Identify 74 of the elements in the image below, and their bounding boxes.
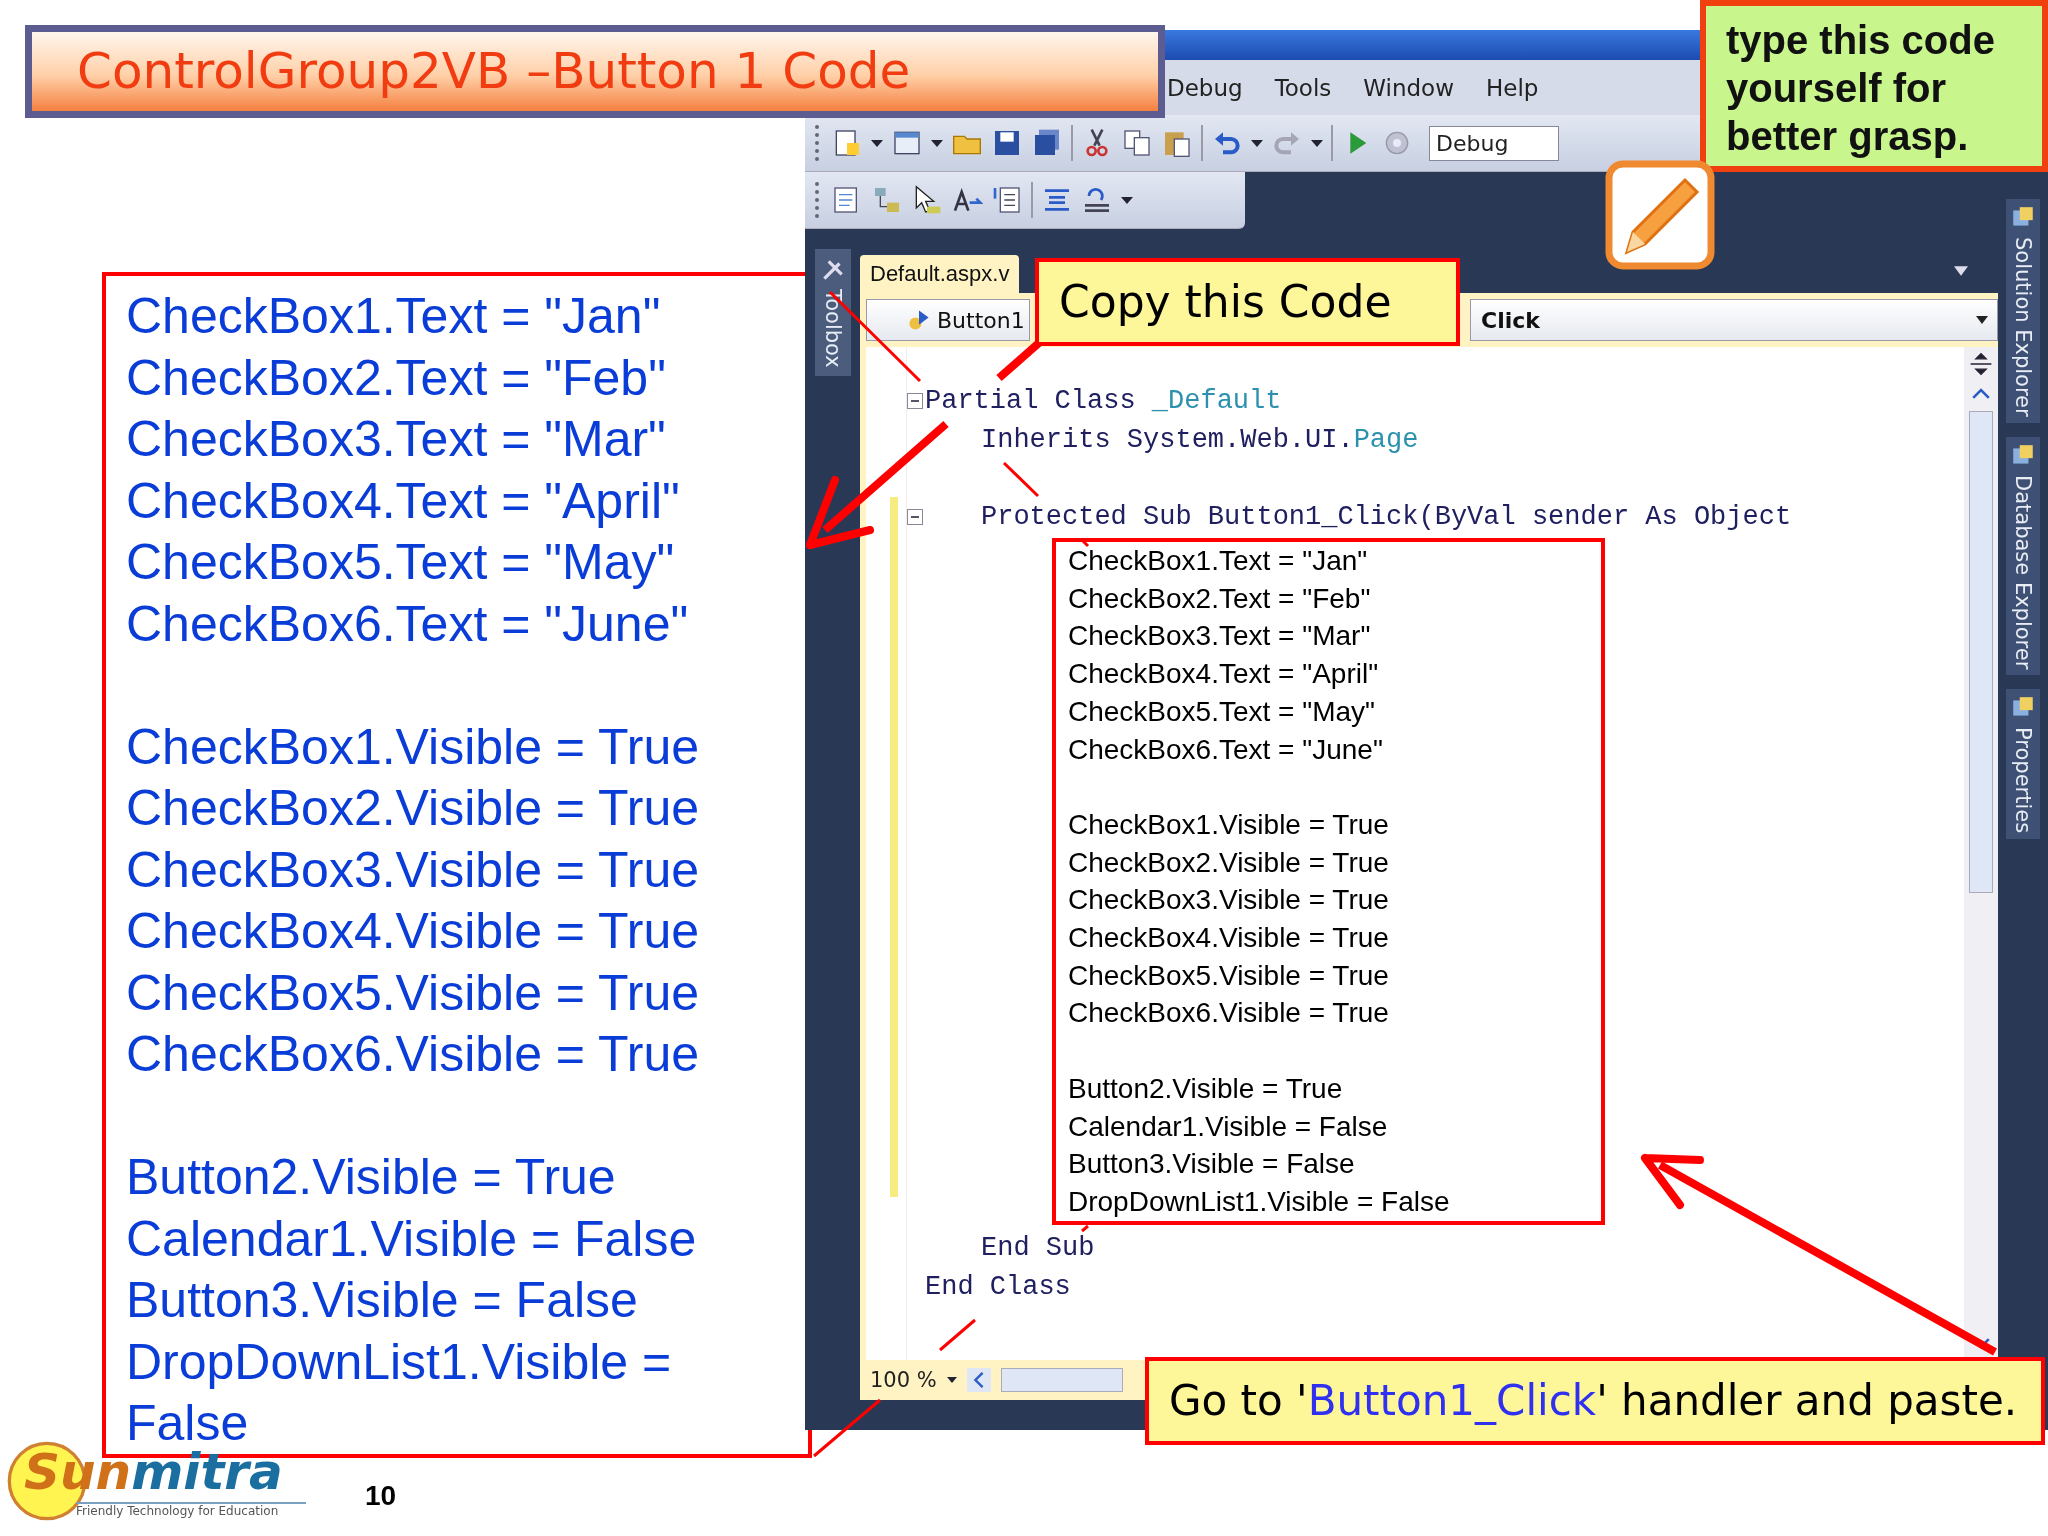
code-line: Button2.Visible = True	[1068, 1071, 1344, 1106]
code-line: CheckBox1.Visible = True	[126, 717, 700, 777]
code-line: DropDownList1.Visible = False	[1068, 1184, 1451, 1219]
code-line: CheckBox2.Visible = True	[1068, 845, 1390, 880]
copy-icon[interactable]	[1121, 127, 1153, 159]
toolbox-tab[interactable]: Toolbox	[815, 249, 851, 376]
slide-title: ControlGroup2VB –Button 1 Code	[25, 25, 1165, 118]
code-line: CheckBox4.Visible = True	[1068, 921, 1390, 955]
code-line: CheckBox5.Visible = True	[126, 963, 700, 1023]
code-line: CheckBox5.Text = "May"	[1068, 694, 1376, 729]
pencil-icon	[1605, 160, 1715, 270]
code-editor[interactable]	[907, 347, 1964, 1360]
menu-item[interactable]: Help	[1486, 74, 1539, 101]
code-line: CheckBox2.Text = "Feb"	[1068, 581, 1372, 616]
code-line: CheckBox6.Visible = True	[126, 1025, 700, 1084]
caret-icon[interactable]	[946, 1377, 957, 1383]
menu-item[interactable]: Tools	[1274, 74, 1332, 101]
callout: type this code yourself for better grasp.	[1700, 0, 2048, 172]
class-dropdown[interactable]: Button1	[866, 299, 1030, 341]
code-line: Partial Class _Default	[925, 385, 1282, 416]
code-line: Calendar1.Visible = False	[126, 1209, 698, 1269]
code-line: Inherits System.Web.UI.Page	[981, 424, 1419, 455]
toolbox-label: Toolbox	[821, 289, 845, 368]
code-line: CheckBox1.Visible = True	[1068, 807, 1390, 842]
code-line: Protected Sub Button1_Click(ByVal sender As Object	[981, 501, 1792, 532]
code-line: CheckBox4.Text = "April"	[126, 471, 681, 531]
code-line: End Class	[925, 1272, 1071, 1303]
code-line: CheckBox1.Text = "Jan"	[1068, 544, 1369, 578]
caret-icon[interactable]	[1976, 316, 1988, 324]
side-tab[interactable]: Database Explorer	[2006, 436, 2040, 675]
collapse-icon[interactable]	[907, 508, 923, 525]
code-line: CheckBox3.Text = "Mar"	[1068, 619, 1372, 654]
menu-item[interactable]: Debug	[1167, 74, 1243, 101]
code-line: CheckBox3.Text = "Mar"	[126, 410, 667, 469]
scroll-left-icon[interactable]	[966, 1368, 991, 1392]
code-line: CheckBox6.Text = "June"	[1068, 732, 1384, 767]
code-line: CheckBox1.Text = "Jan"	[126, 287, 662, 346]
code-line: CheckBox4.Visible = True	[126, 902, 700, 961]
code-line: Button3.Visible = False	[1068, 1147, 1356, 1182]
dropdown-icon[interactable]	[1954, 266, 1968, 276]
code-line: CheckBox4.Text = "April"	[1068, 657, 1380, 692]
code-line: CheckBox5.Visible = True	[1068, 958, 1390, 993]
method-dropdown[interactable]: Click	[1470, 299, 1998, 341]
code-line: CheckBox6.Visible = True	[1068, 996, 1390, 1031]
menu-item[interactable]: Window	[1363, 74, 1454, 101]
caret-icon[interactable]	[1251, 139, 1263, 147]
caret-icon[interactable]	[931, 139, 943, 147]
code-line: CheckBox2.Visible = True	[126, 779, 700, 838]
page-number: 10	[365, 1480, 397, 1512]
caret-icon[interactable]	[1121, 196, 1133, 204]
code-line: CheckBox3.Visible = True	[1068, 883, 1390, 918]
callout: Copy this Code	[1035, 258, 1460, 346]
document-tab[interactable]: Default.aspx.v	[860, 255, 1020, 293]
side-tab[interactable]: Properties	[2006, 689, 2040, 840]
callout: Go to 'Button1_Click' handler and paste.	[1145, 1357, 2045, 1445]
side-tab[interactable]: Solution Explorer	[2006, 199, 2040, 423]
collapse-icon[interactable]	[907, 392, 923, 409]
scrollbar-thumb[interactable]	[1969, 411, 1993, 893]
code-line: Button3.Visible = False	[126, 1271, 639, 1330]
scrollbar-thumb[interactable]	[1000, 1368, 1123, 1392]
split-icon[interactable]	[1968, 351, 1994, 377]
code-line: End Sub	[981, 1233, 1095, 1264]
code-line: CheckBox6.Text = "June"	[126, 594, 690, 654]
list-icon[interactable]	[991, 184, 1023, 216]
code-line: CheckBox5.Text = "May"	[126, 533, 676, 592]
code-line: Button2.Visible = True	[126, 1148, 617, 1207]
caret-icon[interactable]	[1311, 139, 1323, 147]
code-line: DropDownList1.Visible = False	[126, 1332, 673, 1451]
code-line: CheckBox3.Visible = True	[126, 840, 700, 900]
configuration-dropdown[interactable]: Debug	[1429, 125, 1560, 161]
code-line: CheckBox2.Text = "Feb"	[126, 348, 667, 408]
zoom-level[interactable]: 100 %	[870, 1368, 937, 1392]
caret-icon[interactable]	[871, 139, 883, 147]
code-line: Calendar1.Visible = False	[1068, 1109, 1389, 1144]
